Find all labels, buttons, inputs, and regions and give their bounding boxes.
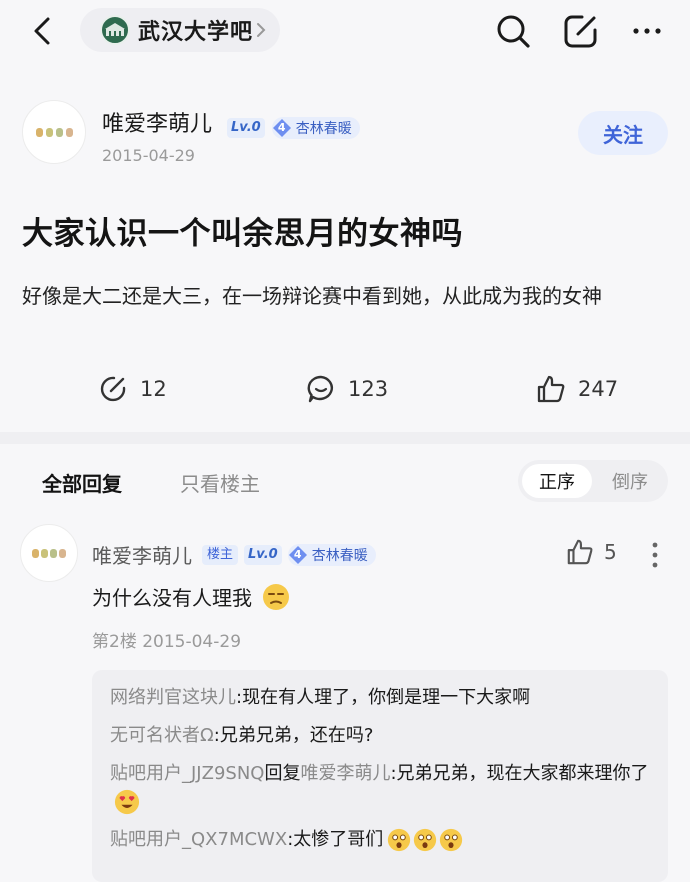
sub-reply[interactable]: 贴吧用户_JJZ9SNQ回复唯爱李萌儿:兄弟兄弟，现在大家都来理你了 [110, 760, 650, 816]
reply-like-count: 5 [604, 540, 617, 564]
unamused-face-icon [263, 583, 289, 610]
sub-reply-target[interactable]: 唯爱李萌儿 [300, 763, 390, 784]
back-arrow-icon[interactable] [30, 16, 56, 46]
author-avatar[interactable] [22, 100, 86, 164]
sub-reply-reply-word: 回复 [264, 763, 301, 784]
top-bar: 武汉大学吧 [0, 0, 690, 64]
tab-owner-only[interactable]: 只看楼主 [180, 468, 260, 497]
title-text: 杏林春暖 [295, 120, 352, 137]
compose-icon[interactable] [562, 12, 600, 50]
reply-author-name[interactable]: 唯爱李萌儿 [92, 540, 192, 569]
more-icon[interactable] [628, 12, 666, 50]
more-vertical-icon[interactable] [648, 540, 662, 570]
post-body: 好像是大二还是大三，在一场辩论赛中看到她，从此成为我的女神 [22, 284, 602, 308]
level-badge: Lv.0 [244, 544, 282, 565]
author-info: 唯爱李萌儿 Lv.0 4 杏林春暖 [102, 106, 360, 139]
astonished-face-icon [440, 828, 463, 852]
sort-asc-button[interactable]: 正序 [522, 464, 592, 498]
post-title: 大家认识一个叫余思月的女神吗 [22, 216, 463, 252]
astonished-face-icon [414, 828, 437, 852]
search-icon[interactable] [494, 12, 532, 50]
sub-reply[interactable]: 贴吧用户_QX7MCWX:太惨了哥们 [110, 826, 650, 854]
sub-reply-user[interactable]: 无可名状者Ω [110, 725, 214, 746]
chevron-right-icon [257, 23, 266, 37]
post-date: 2015-04-29 [102, 146, 195, 165]
sub-reply-user[interactable]: 贴吧用户_QX7MCWX [110, 829, 287, 850]
title-badge: 4 杏林春暖 [287, 543, 376, 566]
comment-button[interactable]: 123 [306, 372, 388, 406]
sub-reply-text: 兄弟兄弟，现在大家都来理你了 [396, 763, 649, 784]
sort-order-toggle: 正序 倒序 [518, 460, 668, 502]
comment-count: 123 [348, 377, 389, 401]
reply-floor-date: 第2楼 2015-04-29 [92, 632, 242, 652]
sub-reply-text: 现在有人理了，你倒是理一下大家啊 [242, 687, 531, 708]
section-divider [0, 432, 690, 444]
thumbs-up-icon [537, 375, 565, 403]
owner-badge: 楼主 [202, 544, 239, 565]
sub-reply-user[interactable]: 网络判官这块儿 [110, 687, 236, 708]
like-button[interactable]: 247 [536, 372, 618, 406]
tab-all-replies[interactable]: 全部回复 [42, 468, 122, 497]
level-badge: Lv.0 [227, 118, 265, 138]
forum-logo-icon [100, 15, 130, 45]
reply-header: 唯爱李萌儿 楼主 Lv.0 4 杏林春暖 [92, 540, 376, 569]
sub-reply-text: 太惨了哥们 [293, 829, 384, 850]
heart-eyes-face-icon [114, 789, 140, 815]
share-button[interactable]: 12 [98, 372, 167, 406]
diamond-icon: 4 [288, 545, 308, 565]
author-name[interactable]: 唯爱李萌儿 [102, 112, 212, 137]
share-icon [100, 376, 126, 402]
sub-reply[interactable]: 无可名状者Ω:兄弟兄弟，还在吗? [110, 722, 650, 750]
sub-reply-text: 兄弟兄弟，还在吗? [219, 725, 374, 746]
reply-content: 为什么没有人理我 [92, 582, 290, 611]
follow-button[interactable]: 关注 [578, 111, 668, 155]
forum-link[interactable]: 武汉大学吧 [80, 8, 280, 52]
sub-reply[interactable]: 网络判官这块儿:现在有人理了，你倒是理一下大家啊 [110, 684, 650, 712]
share-count: 12 [140, 377, 167, 401]
reply-avatar[interactable] [20, 524, 78, 582]
reply-text: 为什么没有人理我 [92, 586, 252, 610]
thumbs-up-icon [567, 539, 593, 565]
sub-replies[interactable]: 网络判官这块儿:现在有人理了，你倒是理一下大家啊 无可名状者Ω:兄弟兄弟，还在吗… [92, 670, 668, 882]
diamond-icon: 4 [272, 118, 292, 138]
forum-name: 武汉大学吧 [138, 20, 254, 45]
astonished-face-icon [388, 828, 411, 852]
sort-desc-button[interactable]: 倒序 [596, 464, 664, 498]
sub-reply-user[interactable]: 贴吧用户_JJZ9SNQ [110, 763, 264, 784]
reply-like-button[interactable]: 5 [566, 538, 617, 566]
title-text: 杏林春暖 [311, 547, 368, 564]
comment-icon [307, 375, 333, 403]
title-badge: 4 杏林春暖 [271, 116, 360, 139]
like-count: 247 [578, 377, 619, 401]
